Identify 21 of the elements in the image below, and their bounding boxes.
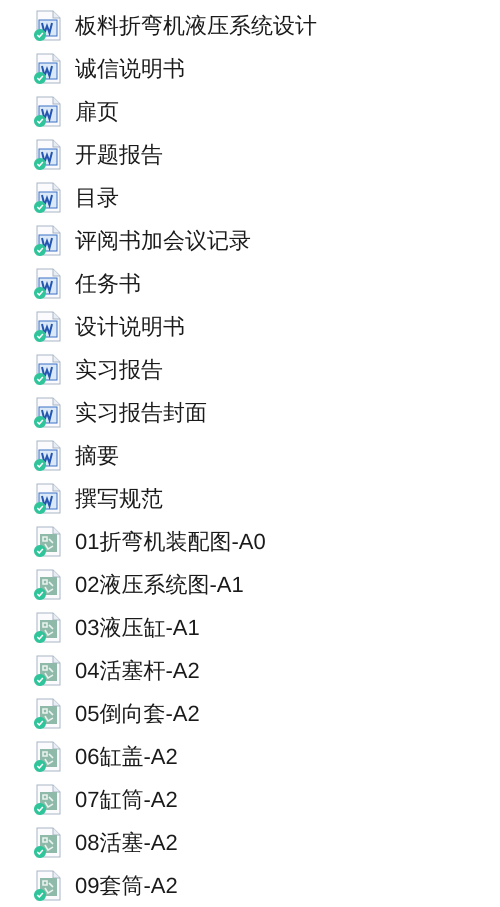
file-name[interactable]: 03液压缸-A1: [75, 611, 200, 644]
file-name[interactable]: 摘要: [75, 439, 119, 472]
file-name[interactable]: 05倒向套-A2: [75, 697, 200, 730]
file-name[interactable]: 04活塞杆-A2: [75, 654, 200, 687]
file-name[interactable]: 目录: [75, 181, 119, 214]
file-name[interactable]: 设计说明书: [75, 310, 185, 343]
file-name[interactable]: 诚信说明书: [75, 52, 185, 85]
file-name[interactable]: 06缸盖-A2: [75, 740, 178, 773]
file-name[interactable]: 撰写规范: [75, 482, 163, 515]
file-name[interactable]: 实习报告: [75, 353, 163, 386]
file-name[interactable]: 评阅书加会议记录: [75, 224, 251, 257]
file-name[interactable]: 01折弯机装配图-A0: [75, 525, 266, 558]
file-name[interactable]: 任务书: [75, 267, 141, 300]
file-name[interactable]: 09套筒-A2: [75, 869, 178, 902]
file-name[interactable]: 02液压系统图-A1: [75, 568, 244, 601]
file-name[interactable]: 扉页: [75, 95, 119, 128]
file-name[interactable]: 07缸筒-A2: [75, 783, 178, 816]
file-name[interactable]: 实习报告封面: [75, 396, 207, 429]
file-name[interactable]: 开题报告: [75, 138, 163, 171]
file-name[interactable]: 板料折弯机液压系统设计: [75, 9, 317, 42]
file-name[interactable]: 08活塞-A2: [75, 826, 178, 859]
